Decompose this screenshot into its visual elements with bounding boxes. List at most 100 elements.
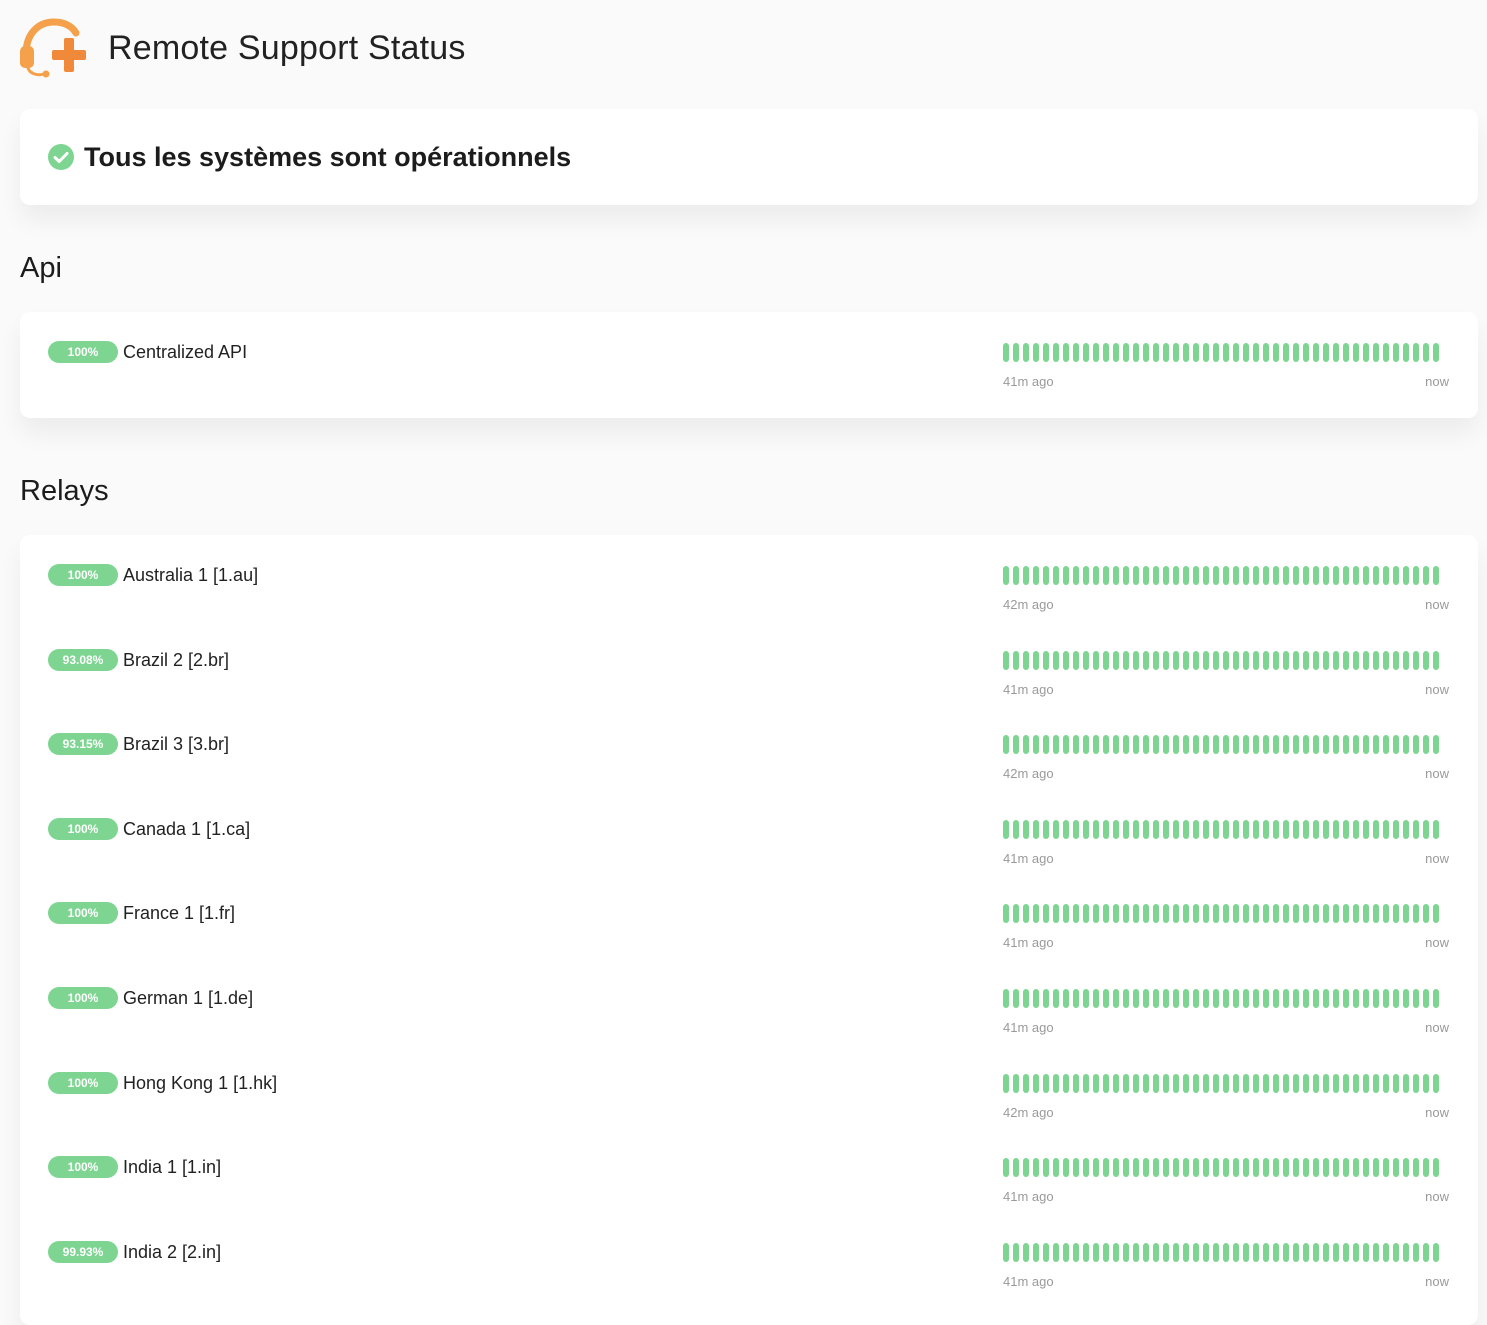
heartbeat-beat[interactable] xyxy=(1143,1074,1149,1093)
heartbeat-beat[interactable] xyxy=(1333,989,1339,1008)
heartbeat-beat[interactable] xyxy=(1143,343,1149,362)
heartbeat-beat[interactable] xyxy=(1093,343,1099,362)
heartbeat-beat[interactable] xyxy=(1173,989,1179,1008)
heartbeat-beat[interactable] xyxy=(1233,1243,1239,1262)
heartbeat-beat[interactable] xyxy=(1363,1074,1369,1093)
heartbeat-beat[interactable] xyxy=(1073,1243,1079,1262)
heartbeat-beat[interactable] xyxy=(1063,904,1069,923)
heartbeat-beat[interactable] xyxy=(1203,651,1209,670)
heartbeat-beat[interactable] xyxy=(1163,735,1169,754)
heartbeat-beat[interactable] xyxy=(1433,820,1439,839)
heartbeat-beat[interactable] xyxy=(1173,1243,1179,1262)
monitor-item[interactable]: 100% Hong Kong 1 [1.hk] 42m ago now xyxy=(48,1043,1450,1120)
heartbeat-beat[interactable] xyxy=(1223,566,1229,585)
heartbeat-beat[interactable] xyxy=(1243,904,1249,923)
heartbeat-beat[interactable] xyxy=(1043,989,1049,1008)
heartbeat-beat[interactable] xyxy=(1313,1243,1319,1262)
heartbeat-beat[interactable] xyxy=(1013,904,1019,923)
heartbeat-beat[interactable] xyxy=(1013,989,1019,1008)
heartbeat-beat[interactable] xyxy=(1003,904,1009,923)
heartbeat-beat[interactable] xyxy=(1023,904,1029,923)
heartbeat-beat[interactable] xyxy=(1333,1243,1339,1262)
heartbeat-beat[interactable] xyxy=(1233,1158,1239,1177)
heartbeat-beat[interactable] xyxy=(1403,989,1409,1008)
heartbeat-beat[interactable] xyxy=(1013,735,1019,754)
heartbeat-beat[interactable] xyxy=(1063,1074,1069,1093)
heartbeat-beat[interactable] xyxy=(1243,735,1249,754)
heartbeat-beat[interactable] xyxy=(1313,651,1319,670)
heartbeat-beat[interactable] xyxy=(1423,343,1429,362)
heartbeat-beat[interactable] xyxy=(1363,1243,1369,1262)
heartbeat-beat[interactable] xyxy=(1373,566,1379,585)
heartbeat-beat[interactable] xyxy=(1093,735,1099,754)
heartbeat-beat[interactable] xyxy=(1073,904,1079,923)
heartbeat-beat[interactable] xyxy=(1163,904,1169,923)
heartbeat-beat[interactable] xyxy=(1053,651,1059,670)
heartbeat-beat[interactable] xyxy=(1123,1158,1129,1177)
heartbeat-beat[interactable] xyxy=(1103,1158,1109,1177)
heartbeat-beat[interactable] xyxy=(1433,1243,1439,1262)
heartbeat-beat[interactable] xyxy=(1263,989,1269,1008)
heartbeat-beat[interactable] xyxy=(1173,820,1179,839)
heartbeat-beat[interactable] xyxy=(1193,904,1199,923)
heartbeat-beat[interactable] xyxy=(1343,343,1349,362)
heartbeat-beat[interactable] xyxy=(1403,1243,1409,1262)
heartbeat-beat[interactable] xyxy=(1003,1158,1009,1177)
heartbeat-beat[interactable] xyxy=(1163,1158,1169,1177)
heartbeat-beat[interactable] xyxy=(1183,820,1189,839)
heartbeat-beat[interactable] xyxy=(1373,904,1379,923)
heartbeat-beat[interactable] xyxy=(1333,904,1339,923)
heartbeat-beat[interactable] xyxy=(1003,343,1009,362)
heartbeat-beat[interactable] xyxy=(1093,820,1099,839)
heartbeat-beat[interactable] xyxy=(1053,820,1059,839)
heartbeat-beat[interactable] xyxy=(1353,820,1359,839)
heartbeat-beat[interactable] xyxy=(1043,1243,1049,1262)
heartbeat-beat[interactable] xyxy=(1383,343,1389,362)
heartbeat-beat[interactable] xyxy=(1153,820,1159,839)
heartbeat-beat[interactable] xyxy=(1093,1243,1099,1262)
heartbeat-beat[interactable] xyxy=(1153,1243,1159,1262)
heartbeat-beat[interactable] xyxy=(1433,989,1439,1008)
heartbeat-beat[interactable] xyxy=(1263,1243,1269,1262)
heartbeat-beat[interactable] xyxy=(1213,820,1219,839)
heartbeat-beat[interactable] xyxy=(1123,343,1129,362)
heartbeat-beat[interactable] xyxy=(1323,651,1329,670)
heartbeat-beat[interactable] xyxy=(1143,904,1149,923)
heartbeat-beat[interactable] xyxy=(1183,651,1189,670)
heartbeat-beat[interactable] xyxy=(1023,989,1029,1008)
heartbeat-beat[interactable] xyxy=(1193,1074,1199,1093)
heartbeat-beat[interactable] xyxy=(1213,566,1219,585)
heartbeat-beat[interactable] xyxy=(1123,820,1129,839)
heartbeat-beat[interactable] xyxy=(1413,651,1419,670)
heartbeat-beat[interactable] xyxy=(1193,735,1199,754)
heartbeat-beat[interactable] xyxy=(1253,651,1259,670)
monitor-item[interactable]: 100% India 1 [1.in] 41m ago now xyxy=(48,1127,1450,1204)
heartbeat-beat[interactable] xyxy=(1333,1158,1339,1177)
heartbeat-beat[interactable] xyxy=(1223,989,1229,1008)
heartbeat-beat[interactable] xyxy=(1103,1243,1109,1262)
heartbeat-beat[interactable] xyxy=(1153,1074,1159,1093)
heartbeat-beat[interactable] xyxy=(1323,904,1329,923)
heartbeat-beat[interactable] xyxy=(1343,820,1349,839)
heartbeat-beat[interactable] xyxy=(1193,1243,1199,1262)
heartbeat-beat[interactable] xyxy=(1163,1074,1169,1093)
heartbeat-beat[interactable] xyxy=(1193,1158,1199,1177)
heartbeat-beat[interactable] xyxy=(1203,1074,1209,1093)
heartbeat-beat[interactable] xyxy=(1183,1243,1189,1262)
heartbeat-beat[interactable] xyxy=(1373,735,1379,754)
heartbeat-beat[interactable] xyxy=(1233,651,1239,670)
heartbeat-beat[interactable] xyxy=(1013,820,1019,839)
heartbeat-beat[interactable] xyxy=(1043,651,1049,670)
heartbeat-beat[interactable] xyxy=(1103,566,1109,585)
heartbeat-beat[interactable] xyxy=(1073,651,1079,670)
heartbeat-beat[interactable] xyxy=(1243,1158,1249,1177)
heartbeat-beat[interactable] xyxy=(1113,1158,1119,1177)
heartbeat-beat[interactable] xyxy=(1213,989,1219,1008)
heartbeat-beat[interactable] xyxy=(1083,1158,1089,1177)
heartbeat-beat[interactable] xyxy=(1383,735,1389,754)
heartbeat-beat[interactable] xyxy=(1303,1158,1309,1177)
heartbeat-beat[interactable] xyxy=(1153,989,1159,1008)
heartbeat-beat[interactable] xyxy=(1263,904,1269,923)
heartbeat-beat[interactable] xyxy=(1373,343,1379,362)
heartbeat-beat[interactable] xyxy=(1033,566,1039,585)
